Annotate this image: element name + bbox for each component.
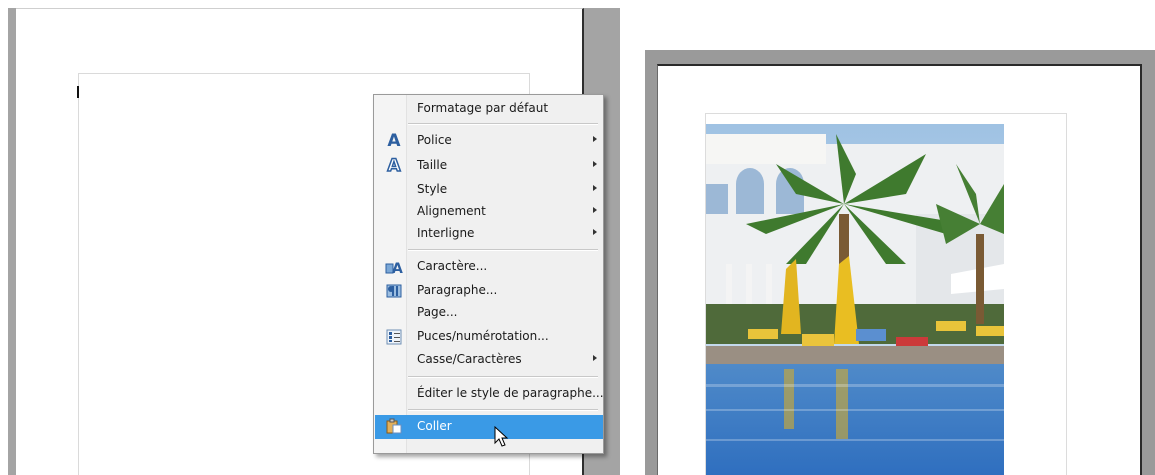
menu-separator bbox=[408, 249, 598, 251]
bullets-icon bbox=[385, 328, 403, 346]
menu-item-label: Paragraphe... bbox=[417, 283, 498, 297]
menu-item-label: Coller bbox=[417, 419, 452, 433]
menu-item-size[interactable]: A Taille bbox=[375, 155, 603, 177]
menu-item-label: Taille bbox=[417, 158, 448, 172]
menu-item-paragraph[interactable]: Paragraphe... bbox=[375, 280, 603, 302]
menu-item-label: Page... bbox=[417, 305, 458, 319]
menu-separator bbox=[408, 123, 598, 125]
submenu-arrow-icon bbox=[593, 229, 597, 235]
menu-item-default-formatting[interactable]: Formatage par défaut bbox=[375, 98, 603, 120]
submenu-arrow-icon bbox=[593, 185, 597, 191]
menu-item-style[interactable]: Style bbox=[375, 179, 603, 201]
menu-item-label: Police bbox=[417, 133, 452, 147]
submenu-arrow-icon bbox=[593, 355, 597, 361]
submenu-arrow-icon bbox=[593, 161, 597, 167]
menu-item-case[interactable]: Casse/Caractères bbox=[375, 349, 603, 371]
submenu-arrow-icon bbox=[593, 207, 597, 213]
font-icon: A bbox=[387, 131, 401, 151]
menu-item-label: Casse/Caractères bbox=[417, 352, 522, 366]
text-cursor bbox=[77, 86, 79, 98]
menu-separator bbox=[408, 409, 598, 411]
svg-text:A: A bbox=[392, 261, 403, 275]
menu-item-line-spacing[interactable]: Interligne bbox=[375, 223, 603, 245]
pool-palm-trees-photo[interactable] bbox=[706, 124, 1004, 475]
menu-item-page[interactable]: Page... bbox=[375, 302, 603, 324]
menu-item-label: Caractère... bbox=[417, 259, 488, 273]
menu-item-label: Puces/numérotation... bbox=[417, 329, 549, 343]
menu-item-character[interactable]: A Caractère... bbox=[375, 256, 603, 278]
menu-item-font[interactable]: A Police bbox=[375, 130, 603, 152]
menu-item-label: Formatage par défaut bbox=[417, 101, 549, 115]
paragraph-icon bbox=[385, 282, 403, 300]
menu-item-edit-paragraph-style[interactable]: Éditer le style de paragraphe... bbox=[375, 383, 604, 405]
menu-item-alignment[interactable]: Alignement bbox=[375, 201, 603, 223]
character-icon: A bbox=[385, 258, 403, 276]
menu-item-paste[interactable]: Coller bbox=[375, 415, 603, 439]
menu-item-label: Alignement bbox=[417, 204, 486, 218]
paste-icon bbox=[385, 417, 403, 435]
menu-item-label: Style bbox=[417, 182, 448, 196]
menu-item-label: Éditer le style de paragraphe... bbox=[417, 386, 604, 400]
menu-item-bullets[interactable]: Puces/numérotation... bbox=[375, 326, 603, 348]
context-menu: Formatage par défaut A Police A Taille S… bbox=[373, 94, 604, 454]
font-size-icon: A bbox=[387, 156, 402, 176]
submenu-arrow-icon bbox=[593, 136, 597, 142]
menu-item-label: Interligne bbox=[417, 226, 475, 240]
mouse-pointer-icon bbox=[494, 425, 510, 452]
menu-separator bbox=[408, 376, 598, 378]
